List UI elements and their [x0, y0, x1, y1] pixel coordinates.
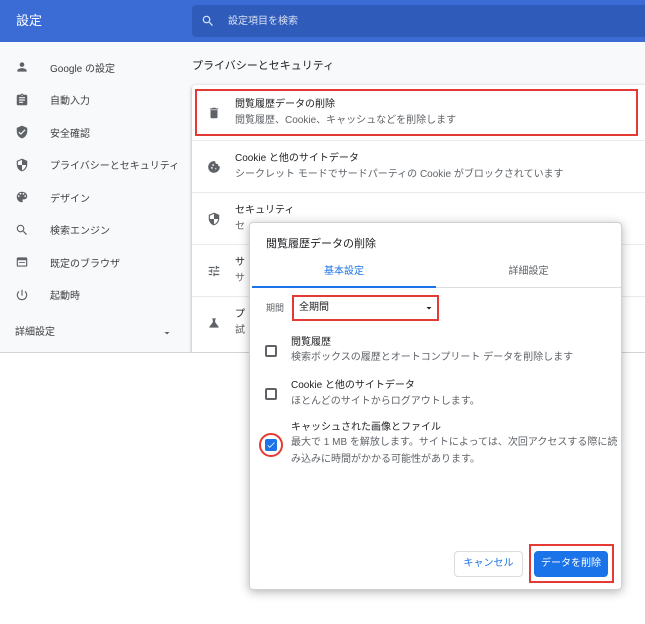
- section-title: プライバシーとセキュリティ: [192, 60, 335, 72]
- option-title: キャッシュされた画像とファイル: [291, 422, 441, 433]
- clear-browsing-data-dialog: 閲覧履歴データの削除 基本設定 詳細設定 期間 全期間 閲覧履歴 検索ボックスの…: [249, 222, 622, 590]
- browser-window-icon: [15, 255, 29, 269]
- option-title: Cookie と他のサイトデータ: [291, 380, 415, 391]
- sidebar-item-label: 自動入力: [50, 96, 90, 108]
- toolbar: 設定: [0, 0, 645, 42]
- sidebar-item-label: プライバシーとセキュリティ: [50, 161, 180, 173]
- search-icon: [201, 14, 215, 28]
- row-title: Cookie と他のサイトデータ: [235, 152, 359, 164]
- sidebar-item-privacy-security[interactable]: プライバシーとセキュリティ: [0, 149, 185, 182]
- row-title: セキュリティ: [235, 204, 295, 216]
- tab-basic[interactable]: 基本設定: [252, 257, 436, 288]
- dialog-tabs: 基本設定 詳細設定: [252, 257, 621, 288]
- sidebar-item-google-settings[interactable]: Google の設定: [0, 51, 185, 84]
- checkbox-cookies[interactable]: [265, 388, 277, 400]
- sidebar-item-label: 安全確認: [50, 128, 90, 140]
- sidebar-item-safety-check[interactable]: 安全確認: [0, 116, 185, 149]
- tab-selected-indicator: [252, 286, 436, 288]
- security-shield-icon: [15, 158, 29, 172]
- sidebar-advanced-label: 詳細設定: [15, 327, 55, 338]
- cookie-icon: [207, 160, 221, 174]
- option-description: み込みに時間がかかる可能性があります。: [291, 454, 480, 465]
- checkbox-browsing-history[interactable]: [265, 345, 277, 357]
- option-description: 最大で 1 MB を解放します。サイトによっては、次回アクセスする際に読: [291, 437, 618, 448]
- power-icon: [15, 288, 29, 302]
- time-range-label: 期間: [266, 303, 285, 313]
- search-input[interactable]: [226, 5, 626, 37]
- annotation-highlight-box: [529, 544, 614, 583]
- option-description: 検索ボックスの履歴とオートコンプリート データを削除します: [291, 352, 574, 363]
- sidebar-item-default-browser[interactable]: 既定のブラウザ: [0, 246, 185, 279]
- sidebar-item-search-engine[interactable]: 検索エンジン: [0, 214, 185, 247]
- row-cookies-site-data[interactable]: Cookie と他のサイトデータ シークレット モードでサードパーティの Coo…: [192, 140, 645, 192]
- person-icon: [15, 60, 29, 74]
- verified-shield-icon: [15, 125, 29, 139]
- option-description: ほとんどのサイトからログアウトします。: [291, 396, 480, 407]
- cancel-button[interactable]: キャンセル: [454, 551, 523, 577]
- sidebar: Google の設定 自動入力 安全確認 プライバシーとセキュリティ デザイン …: [0, 51, 185, 311]
- security-shield-icon: [207, 212, 221, 226]
- option-title: 閲覧履歴: [291, 337, 331, 348]
- sidebar-item-label: 検索エンジン: [50, 226, 110, 238]
- flask-icon: [207, 316, 221, 330]
- clipboard-icon: [15, 93, 29, 107]
- row-text: Cookie と他のサイトデータ シークレット モードでサードパーティの Coo…: [235, 151, 564, 183]
- tab-label: 基本設定: [324, 266, 364, 277]
- page-title: 設定: [16, 13, 43, 28]
- sidebar-item-label: Google の設定: [50, 63, 116, 75]
- row-title: プ: [235, 308, 245, 320]
- row-text: サ サ: [235, 255, 245, 287]
- sidebar-item-autofill[interactable]: 自動入力: [0, 84, 185, 117]
- tune-icon: [207, 264, 221, 278]
- row-title: サ: [235, 256, 245, 268]
- row-subtitle: サ: [235, 272, 245, 284]
- row-text: プ 試: [235, 307, 245, 339]
- sidebar-item-advanced[interactable]: 詳細設定: [0, 318, 185, 348]
- annotation-highlight-box: [292, 295, 439, 321]
- tab-label: 詳細設定: [508, 266, 549, 277]
- row-subtitle: シークレット モードでサードパーティの Cookie がブロックされています: [235, 168, 564, 180]
- row-subtitle: 試: [235, 324, 245, 336]
- sidebar-item-on-startup[interactable]: 起動時: [0, 279, 185, 312]
- annotation-highlight-circle: [259, 433, 283, 457]
- search-field[interactable]: [192, 5, 645, 37]
- sidebar-item-appearance[interactable]: デザイン: [0, 181, 185, 214]
- sidebar-item-label: 起動時: [50, 291, 80, 303]
- search-icon: [15, 223, 29, 237]
- palette-icon: [15, 190, 29, 204]
- sidebar-item-label: 既定のブラウザ: [50, 258, 120, 270]
- dialog-title: 閲覧履歴データの削除: [266, 238, 376, 250]
- annotation-highlight-box: [195, 89, 638, 136]
- tab-advanced[interactable]: 詳細設定: [436, 257, 621, 287]
- sidebar-item-label: デザイン: [50, 193, 90, 205]
- arrow-drop-down-icon: [161, 327, 173, 339]
